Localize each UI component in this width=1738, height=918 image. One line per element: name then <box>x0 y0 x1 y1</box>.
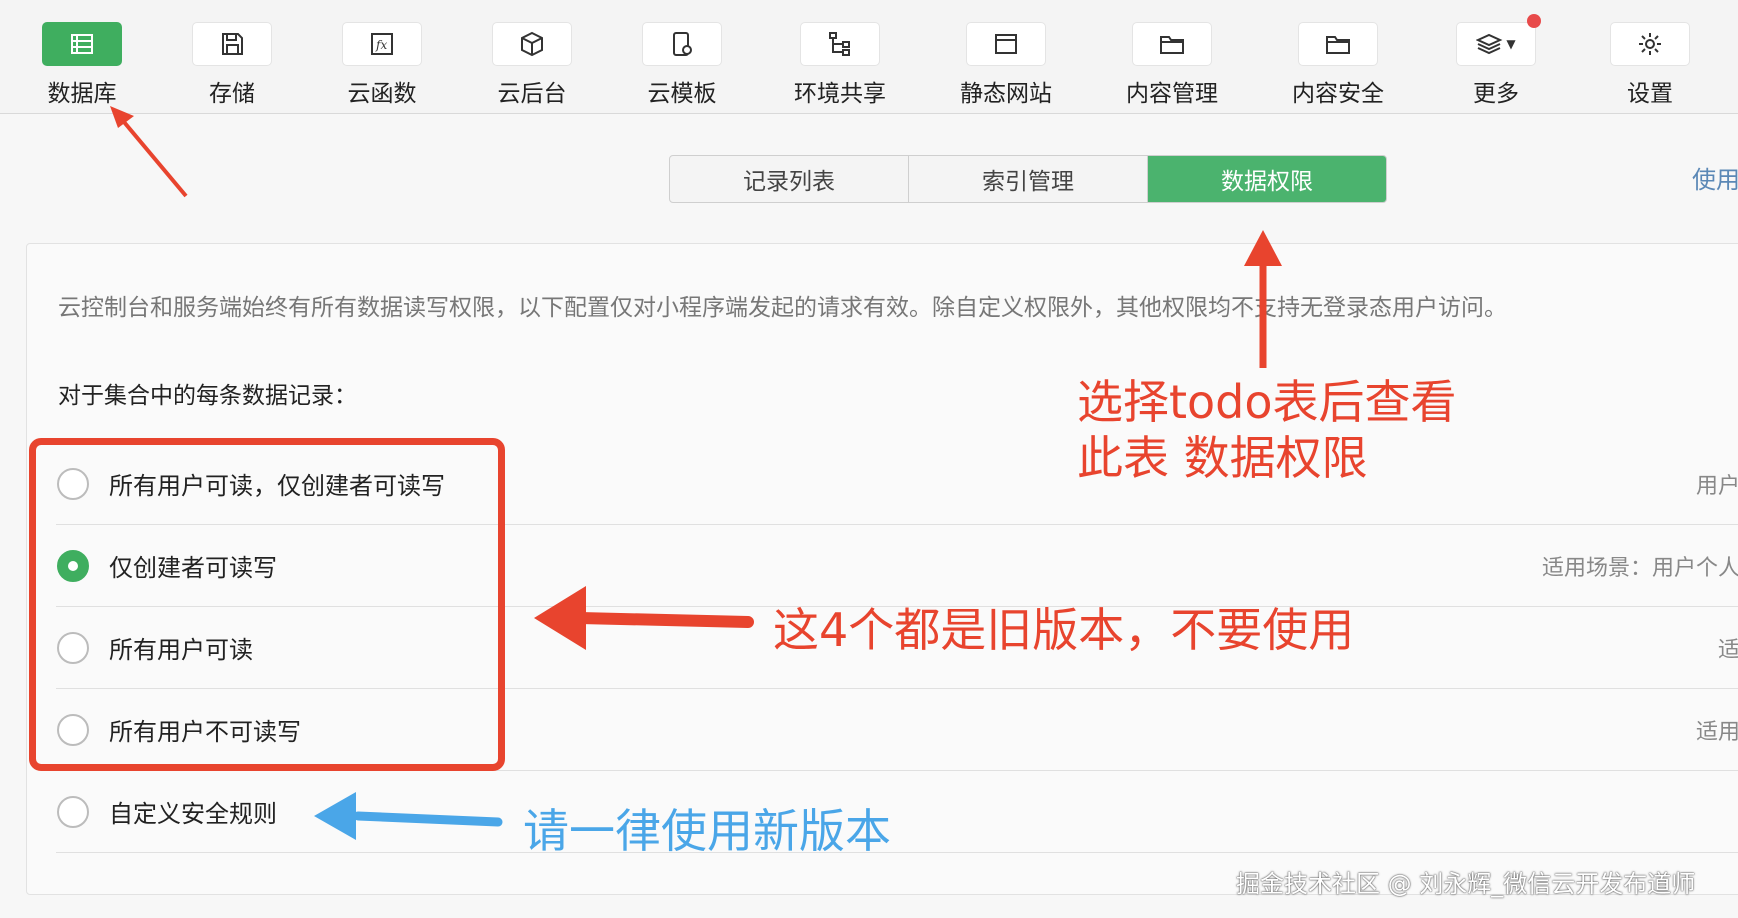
toolbar-label: 内容管理 <box>1126 81 1218 107</box>
annotation-old-versions: 这4个都是旧版本，不要使用 <box>773 603 1355 657</box>
toolbar-label: 数据库 <box>47 81 117 107</box>
toolbar-item-content-manage[interactable]: 内容管理 <box>1126 0 1218 114</box>
window-icon <box>995 34 1017 54</box>
option-description: 适 <box>1717 637 1738 663</box>
watermark: 掘金技术社区 @ 刘永辉_微信云开发布道师 <box>1236 870 1696 898</box>
option-description: 适用 <box>1695 719 1738 745</box>
notification-badge <box>1527 14 1541 28</box>
toolbar-label: 云模板 <box>647 81 717 107</box>
permission-notice: 云控制台和服务端始终有所有数据读写权限，以下配置仅对小程序端发起的请求有效。除自… <box>58 295 1507 321</box>
top-toolbar: 数据库 存储 fx 云函数 云后台 云模板 环境共享 静态网站 内容管理 内容安… <box>0 0 1738 114</box>
gear-icon <box>1639 33 1661 55</box>
toolbar-item-storage[interactable]: 存储 <box>192 0 272 114</box>
toolbar-label: 云函数 <box>347 81 417 107</box>
svg-text:fx: fx <box>375 38 387 52</box>
option-label: 自定义安全规则 <box>109 800 277 828</box>
toolbar-item-more[interactable]: ▼ 更多 <box>1456 0 1536 114</box>
annotation-red-box <box>29 438 505 771</box>
toolbar-item-content-security[interactable]: 内容安全 <box>1292 0 1384 114</box>
cube-icon <box>521 31 543 57</box>
section-label: 对于集合中的每条数据记录： <box>58 383 357 409</box>
folder-icon <box>1160 36 1184 54</box>
toolbar-label: 更多 <box>1473 81 1519 107</box>
folder-icon <box>1326 36 1350 54</box>
toolbar-item-cloud-template[interactable]: 云模板 <box>642 0 722 114</box>
option-description: 用户 <box>1695 473 1738 499</box>
toolbar-label: 内容安全 <box>1292 81 1384 107</box>
arrow-to-database <box>110 106 188 198</box>
database-icon <box>71 34 93 54</box>
layers-icon <box>1476 33 1503 55</box>
toolbar-item-static-site[interactable]: 静态网站 <box>960 0 1052 114</box>
toolbar-item-settings[interactable]: 设置 <box>1610 0 1690 114</box>
function-icon: fx <box>371 33 393 55</box>
tree-icon <box>829 32 850 56</box>
toolbar-item-functions[interactable]: fx 云函数 <box>342 0 422 114</box>
template-icon <box>673 32 692 56</box>
annotation-use-new: 请一律使用新版本 <box>523 804 891 858</box>
toolbar-label: 环境共享 <box>794 81 886 107</box>
usage-link[interactable]: 使用 <box>1692 160 1738 195</box>
save-icon <box>222 33 243 55</box>
toolbar-label: 设置 <box>1627 81 1673 107</box>
tab-bar: 记录列表 索引管理 数据权限 <box>669 155 1387 203</box>
toolbar-label: 云后台 <box>497 81 567 107</box>
permission-option-custom-rules[interactable]: 自定义安全规则 <box>56 771 1738 853</box>
tab-data-permission[interactable]: 数据权限 <box>1148 156 1386 202</box>
toolbar-item-database[interactable]: 数据库 <box>42 0 122 114</box>
toolbar-item-env-share[interactable]: 环境共享 <box>794 0 886 114</box>
tab-record-list[interactable]: 记录列表 <box>670 156 909 202</box>
toolbar-label: 存储 <box>209 81 255 107</box>
radio-button[interactable] <box>57 795 89 828</box>
chevron-down-icon: ▼ <box>1506 37 1516 51</box>
tab-index-manage[interactable]: 索引管理 <box>909 156 1148 202</box>
toolbar-label: 静态网站 <box>960 81 1052 107</box>
option-description: 适用场景：用户个人 <box>1541 555 1738 581</box>
annotation-select-table: 选择todo表后查看 此表 数据权限 <box>1077 375 1457 485</box>
toolbar-item-cloud-backend[interactable]: 云后台 <box>492 0 572 114</box>
